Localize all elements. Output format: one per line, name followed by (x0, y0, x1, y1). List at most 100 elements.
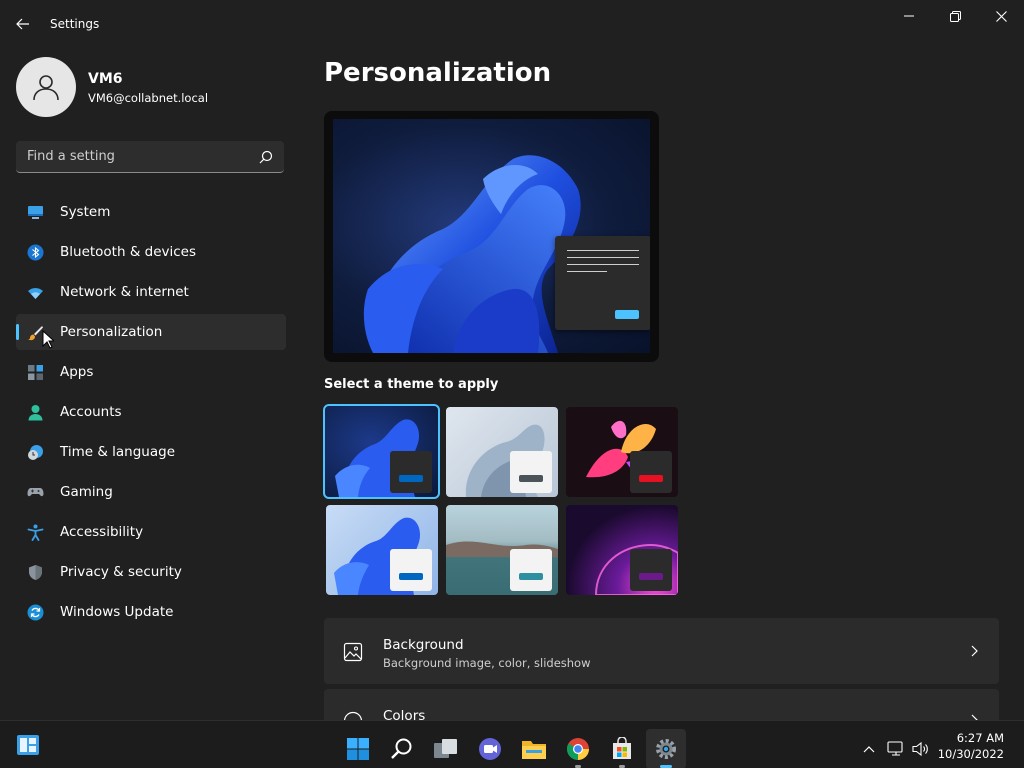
sidebar-item-time-language[interactable]: Time & language (16, 434, 286, 470)
sidebar-item-label: Accounts (60, 404, 122, 420)
preview-window-mock (555, 236, 650, 330)
sidebar-item-label: Privacy & security (60, 564, 182, 580)
user-name: VM6 (88, 71, 123, 87)
user-email: VM6@collabnet.local (88, 91, 209, 105)
microsoft-store-button[interactable] (602, 729, 642, 768)
preview-accent-button (615, 310, 639, 319)
taskbar: 6:27 AM 10/30/2022 (0, 720, 1024, 768)
clock-date: 10/30/2022 (937, 747, 1004, 761)
theme-accent-swatch (639, 475, 663, 482)
user-profile[interactable]: VM6 VM6@collabnet.local (16, 57, 286, 117)
start-button[interactable] (338, 729, 378, 768)
minimize-icon (904, 15, 914, 17)
sidebar-item-personalization[interactable]: Personalization (16, 314, 286, 350)
settings-icon (656, 739, 676, 759)
image-icon (343, 642, 363, 662)
theme-window-mock (630, 549, 672, 591)
sidebar-item-system[interactable]: System (16, 194, 286, 230)
sidebar-item-network[interactable]: Network & internet (16, 274, 286, 310)
close-button[interactable] (978, 0, 1024, 32)
sidebar-item-label: Personalization (60, 324, 163, 340)
person-icon (33, 75, 59, 101)
volume-icon (912, 741, 928, 757)
background-settings-card[interactable]: Background Background image, color, slid… (324, 618, 999, 684)
system-icon (28, 206, 43, 219)
widgets-button[interactable] (8, 725, 48, 765)
sidebar-item-apps[interactable]: Apps (16, 354, 286, 390)
task-view-button[interactable] (426, 729, 466, 768)
theme-accent-swatch (519, 573, 543, 580)
sidebar-item-accessibility[interactable]: Accessibility (16, 514, 286, 550)
clock[interactable]: 6:27 AM 10/30/2022 (938, 730, 1004, 762)
search-icon (391, 738, 412, 759)
store-icon (613, 737, 631, 759)
sidebar-item-label: Accessibility (60, 524, 144, 540)
gamepad-icon (27, 488, 44, 497)
sidebar-item-label: Windows Update (60, 604, 174, 620)
theme-thumbnail-windows-light[interactable] (446, 407, 558, 497)
app-title: Settings (50, 17, 100, 31)
chrome-button[interactable] (558, 729, 598, 768)
palette-icon (343, 711, 363, 720)
sidebar-item-label: System (60, 204, 111, 220)
theme-window-mock (630, 451, 672, 493)
sidebar-item-windows-update[interactable]: Windows Update (16, 594, 286, 630)
sidebar-item-gaming[interactable]: Gaming (16, 474, 286, 510)
restore-button[interactable] (932, 0, 978, 32)
theme-thumbnail-glow[interactable] (566, 407, 678, 497)
apps-icon (28, 365, 43, 380)
update-icon (27, 604, 44, 621)
sidebar-item-label: Gaming (60, 484, 113, 500)
theme-thumbnail-flow[interactable] (446, 505, 558, 595)
card-title: Colors (383, 708, 426, 720)
search-icon[interactable] (258, 149, 274, 165)
mouse-cursor-icon (42, 330, 54, 349)
volume-tray-button[interactable] (908, 729, 934, 768)
theme-thumbnail-windows-dark[interactable] (323, 404, 440, 499)
page-title: Personalization (324, 58, 552, 88)
search-input[interactable] (16, 141, 246, 172)
file-explorer-icon (522, 741, 546, 759)
wifi-icon (28, 288, 43, 299)
teams-chat-button[interactable] (470, 729, 510, 768)
task-view-icon (434, 739, 457, 758)
sidebar-item-accounts[interactable]: Accounts (16, 394, 286, 430)
sidebar-item-label: Apps (60, 364, 94, 380)
clock-globe-icon (28, 445, 43, 460)
sidebar-item-privacy-security[interactable]: Privacy & security (16, 554, 286, 590)
back-button[interactable] (8, 10, 38, 38)
theme-thumbnail-captured-motion[interactable] (326, 505, 438, 595)
sidebar-item-label: Network & internet (60, 284, 189, 300)
theme-preview (324, 111, 659, 362)
card-title: Background (383, 637, 464, 653)
theme-window-mock (390, 549, 432, 591)
sidebar-nav: System Bluetooth & devices Network & int… (16, 194, 286, 634)
settings-taskbar-button[interactable] (646, 729, 686, 768)
colors-settings-card[interactable]: Colors (324, 689, 999, 720)
person-icon (28, 405, 43, 421)
taskbar-search-button[interactable] (382, 729, 422, 768)
network-tray-button[interactable] (884, 729, 908, 768)
theme-accent-swatch (519, 475, 543, 482)
restore-icon (949, 10, 961, 22)
theme-accent-swatch (399, 475, 423, 482)
card-subtitle: Background image, color, slideshow (383, 656, 591, 670)
file-explorer-button[interactable] (514, 729, 554, 768)
clock-time: 6:27 AM (956, 731, 1004, 745)
preview-wallpaper (333, 119, 650, 353)
chevron-right-icon (971, 645, 978, 657)
accessibility-icon (27, 524, 44, 541)
theme-window-mock (510, 549, 552, 591)
sidebar-item-label: Bluetooth & devices (60, 244, 197, 260)
teams-icon (479, 738, 501, 760)
sidebar-item-bluetooth[interactable]: Bluetooth & devices (16, 234, 286, 270)
search-box (16, 141, 284, 173)
theme-thumbnail-sunrise[interactable] (566, 505, 678, 595)
show-hidden-icons-button[interactable] (858, 729, 880, 768)
bluetooth-icon (27, 244, 44, 261)
minimize-button[interactable] (886, 0, 932, 32)
themes-section-label: Select a theme to apply (324, 377, 499, 392)
selection-indicator (16, 324, 19, 340)
theme-accent-swatch (639, 573, 663, 580)
shield-icon (29, 565, 42, 580)
